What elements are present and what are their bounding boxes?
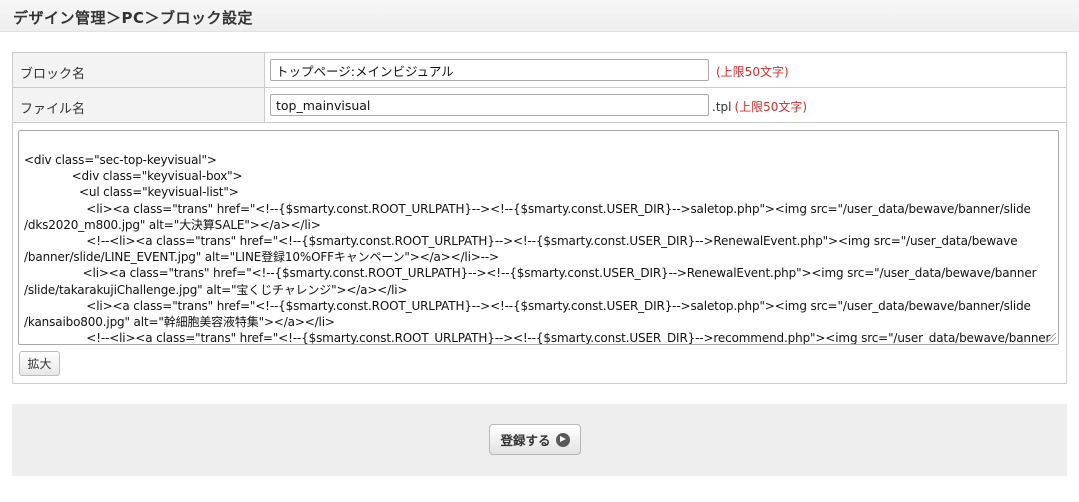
block-name-label: ブロック名 <box>13 53 265 87</box>
block-name-cell: (上限50文字) <box>266 53 1066 87</box>
file-extension-note: .tpl (上限50文字) <box>712 98 807 115</box>
template-code-content[interactable]: <div class="sec-top-keyvisual"> <div cla… <box>24 152 1054 344</box>
arrow-circle-icon <box>555 432 570 447</box>
template-code-textarea[interactable]: <div class="sec-top-keyvisual"> <div cla… <box>18 130 1059 345</box>
expand-button[interactable]: 拡大 <box>19 351 60 376</box>
file-extension: .tpl <box>712 100 732 114</box>
block-settings-form: ブロック名 (上限50文字) ファイル名 .tpl(上限50文字) <div c… <box>12 52 1067 384</box>
block-name-input[interactable] <box>270 59 709 81</box>
file-name-input[interactable] <box>270 94 709 116</box>
submit-button[interactable]: 登録する <box>489 424 581 455</box>
footer-panel: 登録する <box>12 404 1067 476</box>
resize-handle-icon[interactable] <box>1047 333 1056 342</box>
submit-label: 登録する <box>500 433 551 448</box>
block-name-limit-note: (上限50文字) <box>716 65 789 79</box>
file-name-label: ファイル名 <box>13 88 265 122</box>
file-name-limit-note: (上限50文字) <box>734 100 808 114</box>
page-header: デザイン管理＞PC＞ブロック設定 <box>0 0 1079 32</box>
page-title: デザイン管理＞PC＞ブロック設定 <box>13 9 254 27</box>
file-name-row: ファイル名 .tpl(上限50文字) <box>13 88 1066 123</box>
file-name-cell: .tpl(上限50文字) <box>266 88 1066 122</box>
block-name-row: ブロック名 (上限50文字) <box>13 53 1066 88</box>
